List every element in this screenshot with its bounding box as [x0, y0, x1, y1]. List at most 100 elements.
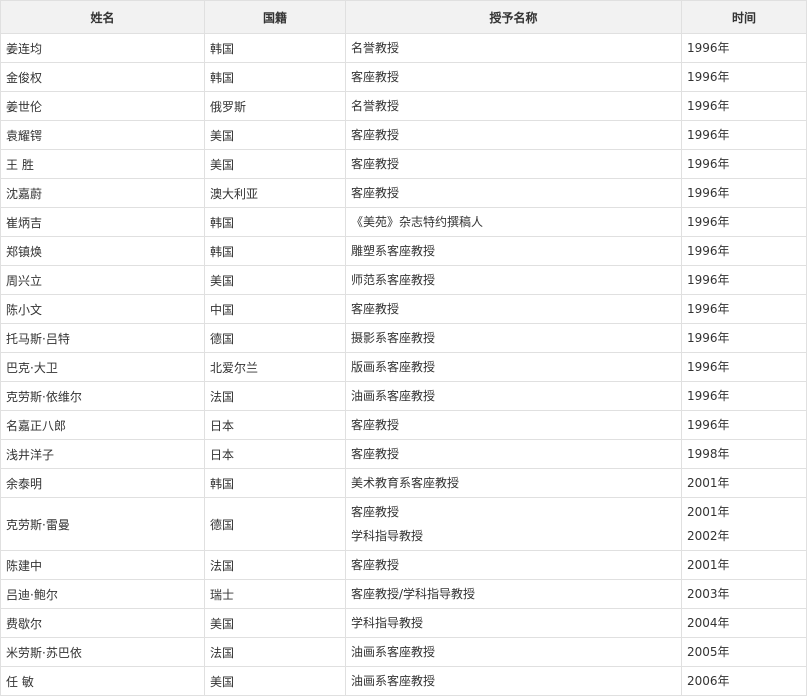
- cell-nationality: 北爱尔兰: [204, 352, 346, 382]
- year-line: 2001年: [687, 558, 730, 572]
- table-row: 崔炳吉 韩国 《美苑》杂志特约撰稿人 1996年: [0, 207, 807, 237]
- table-row: 姜连均 韩国 名誉教授 1996年: [0, 33, 807, 63]
- year-line: 1996年: [687, 99, 730, 113]
- cell-title: 客座教授: [345, 178, 682, 208]
- cell-title: 客座教授: [345, 294, 682, 324]
- table-row: 金俊权 韩国 客座教授 1996年: [0, 62, 807, 92]
- title-line: 美术教育系客座教授: [351, 476, 460, 490]
- cell-nationality: 中国: [204, 294, 346, 324]
- cell-nationality: 德国: [204, 323, 346, 353]
- cell-title: 名誉教授: [345, 33, 682, 63]
- cell-title: 客座教授: [345, 439, 682, 469]
- year-line: 2003年: [687, 587, 730, 601]
- year-line: 1996年: [687, 244, 730, 258]
- cell-title: 油画系客座教授: [345, 637, 682, 667]
- table-row: 吕迪·鲍尔 瑞士 客座教授/学科指导教授 2003年: [0, 579, 807, 609]
- cell-nationality: 美国: [204, 666, 346, 696]
- cell-nationality: 法国: [204, 381, 346, 411]
- cell-name: 金俊权: [0, 62, 205, 92]
- cell-year: 1996年: [681, 207, 807, 237]
- cell-name: 陈建中: [0, 550, 205, 580]
- year-line: 1996年: [687, 157, 730, 171]
- table-row: 郑镇焕 韩国 雕塑系客座教授 1996年: [0, 236, 807, 266]
- cell-title: 客座教授: [345, 550, 682, 580]
- year-line: 2001年: [687, 476, 730, 490]
- cell-name: 陈小文: [0, 294, 205, 324]
- title-line: 版画系客座教授: [351, 360, 436, 374]
- table-row: 沈嘉蔚 澳大利亚 客座教授 1996年: [0, 178, 807, 208]
- title-line: 客座教授: [351, 70, 400, 84]
- title-line: 名誉教授: [351, 41, 400, 55]
- year-line: 1996年: [687, 41, 730, 55]
- cell-title: 名誉教授: [345, 91, 682, 121]
- cell-name: 克劳斯·依维尔: [0, 381, 205, 411]
- year-line: 2001年: [687, 505, 730, 519]
- cell-name: 米劳斯·苏巴依: [0, 637, 205, 667]
- cell-nationality: 日本: [204, 410, 346, 440]
- year-line: 2002年: [687, 529, 730, 543]
- cell-name: 任 敏: [0, 666, 205, 696]
- title-line: 《美苑》杂志特约撰稿人: [351, 215, 484, 229]
- cell-year: 2001年 2002年: [681, 497, 807, 551]
- year-line: 1996年: [687, 360, 730, 374]
- header-title: 授予名称: [345, 0, 682, 34]
- cell-name: 袁耀锷: [0, 120, 205, 150]
- cell-name: 周兴立: [0, 265, 205, 295]
- cell-year: 1996年: [681, 323, 807, 353]
- cell-year: 1996年: [681, 410, 807, 440]
- table-row: 浅井洋子 日本 客座教授 1998年: [0, 439, 807, 469]
- cell-name: 姜世伦: [0, 91, 205, 121]
- cell-nationality: 韩国: [204, 33, 346, 63]
- year-line: 2005年: [687, 645, 730, 659]
- cell-year: 2001年: [681, 550, 807, 580]
- title-line: 油画系客座教授: [351, 389, 436, 403]
- table-row: 克劳斯·依维尔 法国 油画系客座教授 1996年: [0, 381, 807, 411]
- year-line: 1996年: [687, 186, 730, 200]
- table-row: 费歇尔 美国 学科指导教授 2004年: [0, 608, 807, 638]
- table-row: 巴克·大卫 北爱尔兰 版画系客座教授 1996年: [0, 352, 807, 382]
- table-row: 克劳斯·雷曼 德国 客座教授 学科指导教授 2001年 2002年: [0, 497, 807, 551]
- cell-name: 克劳斯·雷曼: [0, 497, 205, 551]
- year-line: 1996年: [687, 389, 730, 403]
- cell-year: 2001年: [681, 468, 807, 498]
- cell-name: 浅井洋子: [0, 439, 205, 469]
- title-line: 客座教授: [351, 128, 400, 142]
- year-line: 2006年: [687, 674, 730, 688]
- table-row: 任 敏美国 油画系客座教授 2006年: [0, 666, 807, 696]
- table-row: 王 胜美国 客座教授 1996年: [0, 149, 807, 179]
- title-line: 客座教授: [351, 505, 400, 519]
- cell-title: 客座教授: [345, 410, 682, 440]
- header-name: 姓名: [0, 0, 205, 34]
- cell-nationality: 瑞士: [204, 579, 346, 609]
- cell-title: 客座教授 学科指导教授: [345, 497, 682, 551]
- cell-title: 油画系客座教授: [345, 381, 682, 411]
- title-line: 学科指导教授: [351, 616, 424, 630]
- cell-title: 摄影系客座教授: [345, 323, 682, 353]
- cell-nationality: 美国: [204, 120, 346, 150]
- cell-year: 1996年: [681, 381, 807, 411]
- cell-nationality: 俄罗斯: [204, 91, 346, 121]
- table-row: 周兴立 美国 师范系客座教授 1996年: [0, 265, 807, 295]
- year-line: 2004年: [687, 616, 730, 630]
- cell-nationality: 美国: [204, 608, 346, 638]
- year-line: 1996年: [687, 215, 730, 229]
- table-row: 名嘉正八郎 日本 客座教授 1996年: [0, 410, 807, 440]
- year-line: 1996年: [687, 418, 730, 432]
- cell-nationality: 韩国: [204, 468, 346, 498]
- cell-year: 1996年: [681, 294, 807, 324]
- cell-year: 1996年: [681, 236, 807, 266]
- title-line: 油画系客座教授: [351, 674, 436, 688]
- year-line: 1996年: [687, 273, 730, 287]
- cell-title: 客座教授: [345, 149, 682, 179]
- cell-title: 《美苑》杂志特约撰稿人: [345, 207, 682, 237]
- cell-title: 雕塑系客座教授: [345, 236, 682, 266]
- cell-year: 1996年: [681, 120, 807, 150]
- cell-name: 巴克·大卫: [0, 352, 205, 382]
- title-line: 名誉教授: [351, 99, 400, 113]
- cell-nationality: 法国: [204, 550, 346, 580]
- table-row: 托马斯·吕特 德国 摄影系客座教授 1996年: [0, 323, 807, 353]
- table-row: 姜世伦 俄罗斯 名誉教授 1996年: [0, 91, 807, 121]
- cell-title: 客座教授/学科指导教授: [345, 579, 682, 609]
- cell-year: 2006年: [681, 666, 807, 696]
- title-line: 客座教授: [351, 558, 400, 572]
